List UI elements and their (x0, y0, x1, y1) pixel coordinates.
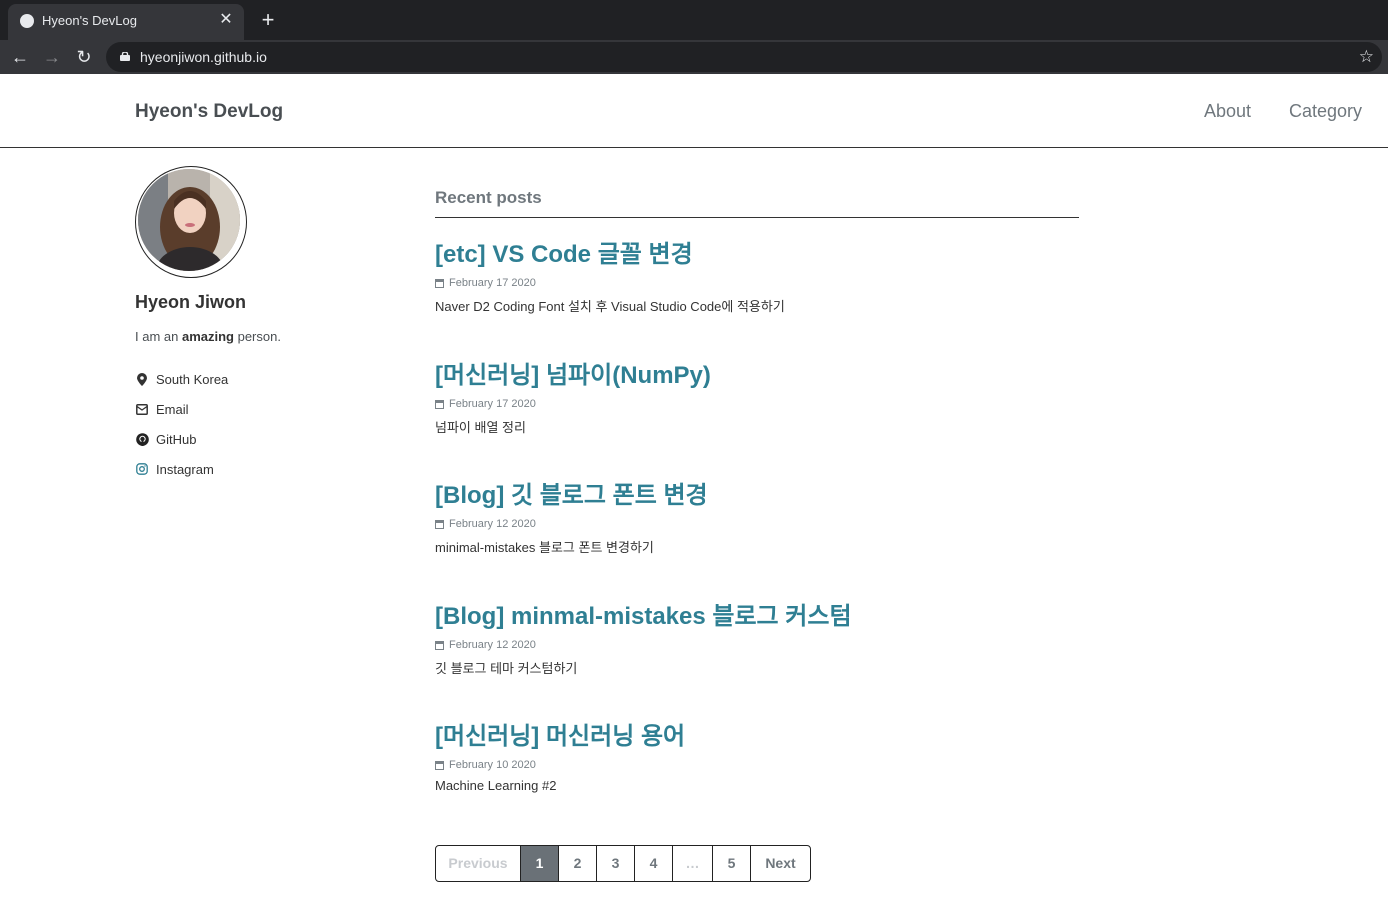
list-item: [etc] VS Code 글꼴 변경 February 17 2020 Nav… (435, 234, 1079, 315)
post-date: February 10 2020 (449, 759, 536, 771)
post-meta: February 17 2020 (435, 277, 1079, 289)
post-title-link[interactable]: [머신러닝] 넘파이(NumPy) (435, 355, 1079, 390)
next-page-button[interactable]: Next (751, 846, 810, 881)
instagram-icon (135, 462, 149, 476)
post-title-link[interactable]: [머신러닝] 머신러닝 용어 (435, 716, 1079, 751)
calendar-icon (435, 519, 444, 529)
list-item: [Blog] 깃 블로그 폰트 변경 February 12 2020 mini… (435, 475, 1079, 556)
list-item: [Blog] minmal-mistakes 블로그 커스텀 February … (435, 596, 1079, 677)
github-icon (135, 432, 149, 446)
recent-posts: Recent posts [etc] VS Code 글꼴 변경 Februar… (435, 188, 1079, 793)
bio-prefix: I am an (135, 329, 182, 344)
post-excerpt: 넘파이 배열 정리 (435, 420, 526, 435)
page-5-button[interactable]: 5 (713, 846, 751, 881)
page-2-button[interactable]: 2 (559, 846, 597, 881)
address-bar[interactable]: hyeonjiwon.github.io ☆ (106, 42, 1382, 72)
url-text: hyeonjiwon.github.io (140, 49, 267, 65)
author-link-location: South Korea (135, 364, 395, 394)
list-item: [머신러닝] 머신러닝 용어 February 10 2020 Machine … (435, 716, 1079, 793)
post-meta: February 17 2020 (435, 398, 1079, 410)
masthead: Hyeon's DevLog About Category (0, 75, 1388, 148)
email-label: Email (156, 401, 189, 417)
avatar (135, 166, 247, 278)
author-bio: I am an amazing person. (135, 329, 395, 344)
forward-button[interactable]: → (39, 44, 65, 70)
pagination-ellipsis: … (673, 846, 713, 881)
instagram-label: Instagram (156, 461, 214, 477)
post-title-link[interactable]: [Blog] 깃 블로그 폰트 변경 (435, 475, 1079, 510)
page-4-button[interactable]: 4 (635, 846, 673, 881)
post-excerpt: 깃 블로그 테마 커스텀하기 (435, 661, 578, 676)
post-meta: February 10 2020 (435, 759, 1079, 771)
author-link-email[interactable]: Email (135, 394, 395, 424)
post-excerpt: Naver D2 Coding Font 설치 후 Visual Studio … (435, 299, 785, 314)
bio-bold: amazing (181, 329, 234, 344)
nav-category[interactable]: Category (1289, 101, 1362, 122)
post-excerpt: minimal-mistakes 블로그 폰트 변경하기 (435, 540, 654, 555)
bookmark-star-icon[interactable]: ☆ (1359, 46, 1374, 68)
browser-toolbar: ← → ↻ hyeonjiwon.github.io ☆ (0, 40, 1388, 74)
page-3-button[interactable]: 3 (597, 846, 635, 881)
author-link-github[interactable]: GitHub (135, 424, 395, 454)
close-tab-icon[interactable]: ✕ (216, 10, 236, 30)
reload-button[interactable]: ↻ (71, 44, 97, 70)
author-photo (138, 169, 240, 271)
author-link-instagram[interactable]: Instagram (135, 454, 395, 484)
previous-page-button[interactable]: Previous (436, 846, 521, 881)
post-meta: February 12 2020 (435, 518, 1079, 530)
globe-icon (20, 14, 34, 28)
site-title-link[interactable]: Hyeon's DevLog (135, 101, 283, 123)
lock-icon (120, 52, 130, 61)
post-date: February 12 2020 (449, 639, 536, 651)
post-date: February 17 2020 (449, 398, 536, 410)
email-icon (135, 402, 149, 416)
post-date: February 12 2020 (449, 518, 536, 530)
list-item: [머신러닝] 넘파이(NumPy) February 17 2020 넘파이 배… (435, 355, 1079, 436)
calendar-icon (435, 640, 444, 650)
post-excerpt: Machine Learning #2 (435, 778, 557, 793)
browser-tab[interactable]: Hyeon's DevLog ✕ (8, 4, 244, 40)
recent-posts-heading: Recent posts (435, 188, 1079, 218)
nav-about[interactable]: About (1204, 101, 1251, 122)
post-title-link[interactable]: [etc] VS Code 글꼴 변경 (435, 234, 1079, 269)
tab-title: Hyeon's DevLog (42, 13, 137, 28)
github-label: GitHub (156, 431, 197, 447)
page-1-button[interactable]: 1 (521, 846, 559, 881)
post-meta: February 12 2020 (435, 639, 1079, 651)
bio-suffix: person. (233, 329, 281, 344)
author-sidebar: Hyeon Jiwon I am an amazing person. Sout… (135, 166, 395, 484)
author-links: South Korea Email GitHub Instagram (135, 364, 395, 484)
post-title-link[interactable]: [Blog] minmal-mistakes 블로그 커스텀 (435, 596, 1079, 631)
back-button[interactable]: ← (7, 44, 33, 70)
calendar-icon (435, 399, 444, 409)
author-name: Hyeon Jiwon (135, 292, 247, 312)
browser-tab-bar: Hyeon's DevLog ✕ + (0, 0, 1388, 40)
calendar-icon (435, 278, 444, 288)
location-icon (135, 372, 149, 386)
new-tab-button[interactable]: + (256, 8, 280, 32)
author-photo-illustration (138, 169, 240, 271)
location-label: South Korea (156, 371, 229, 387)
pagination: Previous 1 2 3 4 … 5 Next (435, 845, 811, 882)
post-date: February 17 2020 (449, 277, 536, 289)
calendar-icon (435, 760, 444, 770)
